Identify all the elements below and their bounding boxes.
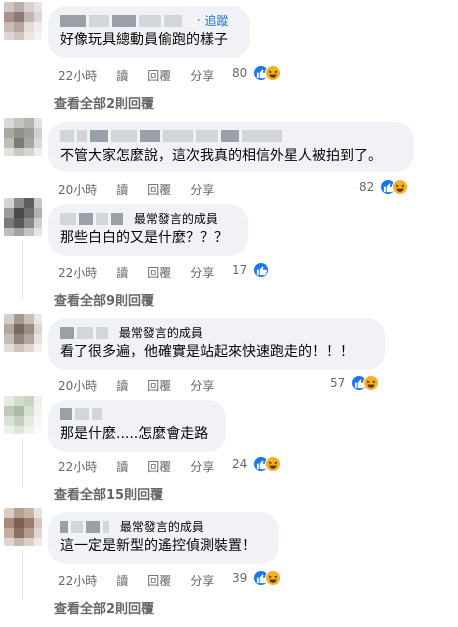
reaction-count: 24 bbox=[232, 457, 248, 471]
comment-bubble: ‧ 追蹤 好像玩具總動員偷跑的樣子 bbox=[48, 6, 250, 58]
thumbs-up-icon bbox=[253, 262, 270, 278]
comment-bubble: 最常發言的成員 看了很多遍，他確實是站起來快速跑走的！！！ bbox=[48, 318, 385, 370]
timestamp[interactable]: 20小時 bbox=[58, 377, 97, 394]
comment-bubble: 最常發言的成員 這一定是新型的遙控偵測裝置！ bbox=[48, 512, 279, 564]
reply-button[interactable]: 回覆 bbox=[147, 572, 171, 589]
laughing-face-icon bbox=[392, 179, 409, 195]
timestamp[interactable]: 22小時 bbox=[58, 67, 97, 84]
share-button[interactable]: 分享 bbox=[190, 377, 214, 394]
commenter-name[interactable]: 最常發言的成員 bbox=[60, 210, 236, 228]
thread-line bbox=[22, 438, 23, 488]
top-commenter-badge: 最常發言的成員 bbox=[118, 326, 203, 340]
reaction-summary[interactable]: 57 bbox=[330, 375, 380, 391]
avatar[interactable] bbox=[4, 198, 42, 236]
commenter-name[interactable] bbox=[60, 128, 402, 146]
comment-text: 不管大家怎麼說，這次我真的相信外星人被拍到了。 bbox=[60, 148, 382, 164]
laughing-face-icon bbox=[363, 375, 380, 391]
thread-line bbox=[22, 550, 23, 600]
top-commenter-badge: 最常發言的成員 bbox=[119, 520, 204, 534]
reply-button[interactable]: 回覆 bbox=[147, 181, 171, 198]
avatar[interactable] bbox=[4, 2, 42, 40]
share-button[interactable]: 分享 bbox=[190, 572, 214, 589]
view-replies-link[interactable]: 查看全部9則回覆 bbox=[54, 290, 154, 309]
commenter-name[interactable]: 最常發言的成員 bbox=[60, 518, 267, 536]
reaction-count: 17 bbox=[232, 263, 248, 277]
comment-actions: 22小時 讀 回覆 分享 bbox=[58, 572, 233, 589]
view-replies-link[interactable]: 查看全部15則回覆 bbox=[54, 484, 163, 503]
comment-actions: 20小時 讀 回覆 分享 bbox=[58, 181, 233, 198]
read-label: 讀 bbox=[116, 574, 129, 588]
view-replies-link[interactable]: 查看全部2則回覆 bbox=[54, 598, 154, 617]
reaction-summary[interactable]: 39 bbox=[232, 570, 282, 586]
laughing-face-icon bbox=[265, 65, 282, 81]
read-label: 讀 bbox=[116, 69, 129, 83]
share-button[interactable]: 分享 bbox=[190, 458, 214, 475]
reply-button[interactable]: 回覆 bbox=[147, 458, 171, 475]
comment-text: 那是什麼.....怎麼會走路 bbox=[60, 426, 209, 442]
thread-line bbox=[22, 240, 23, 300]
comment-actions: 22小時 讀 回覆 分享 bbox=[58, 458, 233, 475]
share-button[interactable]: 分享 bbox=[190, 181, 214, 198]
timestamp[interactable]: 22小時 bbox=[58, 572, 97, 589]
avatar[interactable] bbox=[4, 508, 42, 546]
comment-text: 那些白白的又是什麼？？？ bbox=[60, 230, 228, 246]
avatar[interactable] bbox=[4, 396, 42, 434]
comment-bubble: 那是什麼.....怎麼會走路 bbox=[48, 400, 226, 452]
reaction-count: 82 bbox=[359, 180, 375, 194]
laughing-face-icon bbox=[265, 570, 282, 586]
avatar[interactable] bbox=[4, 118, 42, 156]
share-button[interactable]: 分享 bbox=[190, 67, 214, 84]
reply-button[interactable]: 回覆 bbox=[147, 264, 171, 281]
read-label: 讀 bbox=[116, 183, 129, 197]
reaction-summary[interactable]: 82 bbox=[359, 179, 409, 195]
laughing-face-icon bbox=[265, 456, 282, 472]
comment-bubble: 不管大家怎麼說，這次我真的相信外星人被拍到了。 bbox=[48, 122, 414, 172]
read-label: 讀 bbox=[116, 266, 129, 280]
comment-actions: 22小時 讀 回覆 分享 bbox=[58, 264, 233, 281]
reply-button[interactable]: 回覆 bbox=[147, 67, 171, 84]
top-commenter-badge: 最常發言的成員 bbox=[133, 212, 218, 226]
commenter-name[interactable] bbox=[60, 406, 214, 424]
comment-bubble: 最常發言的成員 那些白白的又是什麼？？？ bbox=[48, 204, 248, 256]
commenter-name[interactable]: ‧ 追蹤 bbox=[60, 12, 238, 30]
share-button[interactable]: 分享 bbox=[190, 264, 214, 281]
timestamp[interactable]: 20小時 bbox=[58, 181, 97, 198]
reaction-summary[interactable]: 80 bbox=[232, 65, 282, 81]
view-replies-link[interactable]: 查看全部2則回覆 bbox=[54, 93, 154, 112]
reaction-count: 80 bbox=[232, 66, 248, 80]
comment-text: 看了很多遍，他確實是站起來快速跑走的！！！ bbox=[60, 344, 354, 360]
reaction-summary[interactable]: 17 bbox=[232, 262, 270, 278]
reply-button[interactable]: 回覆 bbox=[147, 377, 171, 394]
comment-actions: 22小時 讀 回覆 分享 bbox=[58, 67, 233, 84]
comment-text: 這一定是新型的遙控偵測裝置！ bbox=[60, 538, 256, 554]
timestamp[interactable]: 22小時 bbox=[58, 458, 97, 475]
reaction-summary[interactable]: 24 bbox=[232, 456, 282, 472]
comment-text: 好像玩具總動員偷跑的樣子 bbox=[60, 32, 228, 48]
read-label: 讀 bbox=[116, 379, 129, 393]
follow-link[interactable]: ‧ 追蹤 bbox=[197, 14, 229, 28]
timestamp[interactable]: 22小時 bbox=[58, 264, 97, 281]
comment-actions: 20小時 讀 回覆 分享 bbox=[58, 377, 233, 394]
avatar[interactable] bbox=[4, 314, 42, 352]
read-label: 讀 bbox=[116, 460, 129, 474]
commenter-name[interactable]: 最常發言的成員 bbox=[60, 324, 373, 342]
reaction-count: 39 bbox=[232, 571, 248, 585]
reaction-count: 57 bbox=[330, 376, 346, 390]
